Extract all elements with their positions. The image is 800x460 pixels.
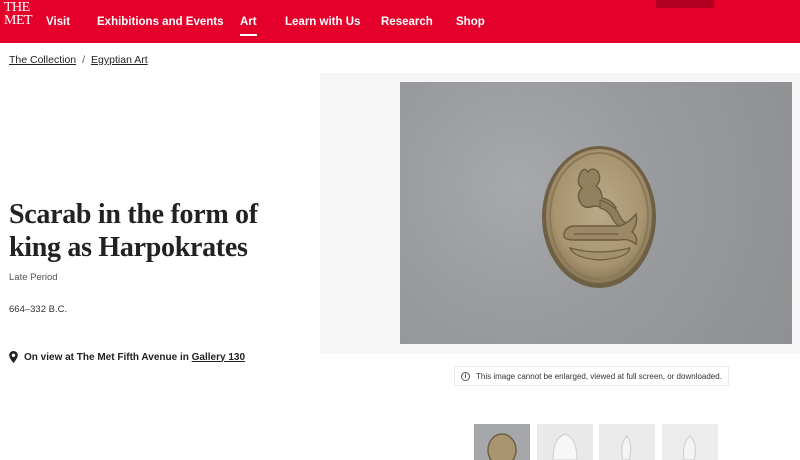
artwork-date: 664–332 B.C.: [9, 304, 68, 315]
thumbnail-scarab-side-view-3[interactable]: [662, 424, 718, 460]
header-action-button[interactable]: [656, 0, 714, 8]
nav-art[interactable]: Art: [240, 16, 257, 36]
thumbnail-scarab-side-view-2[interactable]: [599, 424, 655, 460]
nav-shop[interactable]: Shop: [456, 16, 485, 28]
breadcrumb: The Collection / Egyptian Art: [9, 54, 148, 66]
image-restriction-notice: i This image cannot be enlarged, viewed …: [455, 367, 728, 385]
on-view-text: On view at The Met Fifth Avenue in: [24, 351, 189, 363]
info-icon: i: [461, 371, 470, 381]
logo-line-2: MET: [4, 13, 33, 28]
nav-research[interactable]: Research: [381, 16, 433, 28]
thumbnail-image: [621, 435, 632, 460]
site-header: THE MET Visit Exhibitions and Events Art…: [0, 0, 800, 43]
thumbnail-image: [487, 433, 517, 460]
artwork-title-line-1: Scarab in the form of: [9, 199, 258, 230]
gallery-link[interactable]: Gallery 130: [192, 352, 245, 363]
thumbnail-scarab-top-view[interactable]: [474, 424, 530, 460]
image-restriction-text: This image cannot be enlarged, viewed at…: [476, 371, 722, 381]
scarab-illustration: [542, 146, 656, 288]
nav-exhibitions-and-events[interactable]: Exhibitions and Events: [97, 16, 224, 28]
breadcrumb-egyptian-art[interactable]: Egyptian Art: [91, 54, 148, 66]
location-pin-icon: [9, 351, 18, 363]
artwork-image: [400, 82, 792, 344]
thumbnail-scarab-side-view-1[interactable]: [537, 424, 593, 460]
artwork-period: Late Period: [9, 272, 58, 283]
on-view-info: On view at The Met Fifth Avenue in Galle…: [9, 351, 245, 363]
artwork-title-line-2: king as Harpokrates: [9, 232, 248, 263]
met-logo[interactable]: THE MET: [4, 1, 34, 28]
nav-visit[interactable]: Visit: [46, 16, 70, 28]
breadcrumb-separator: /: [82, 54, 86, 66]
thumbnail-image: [683, 435, 696, 460]
artwork-title: Scarab in the form of king as Harpokrate…: [9, 198, 309, 264]
nav-learn-with-us[interactable]: Learn with Us: [285, 16, 360, 28]
breadcrumb-the-collection[interactable]: The Collection: [9, 54, 76, 66]
thumbnail-image: [552, 433, 578, 460]
